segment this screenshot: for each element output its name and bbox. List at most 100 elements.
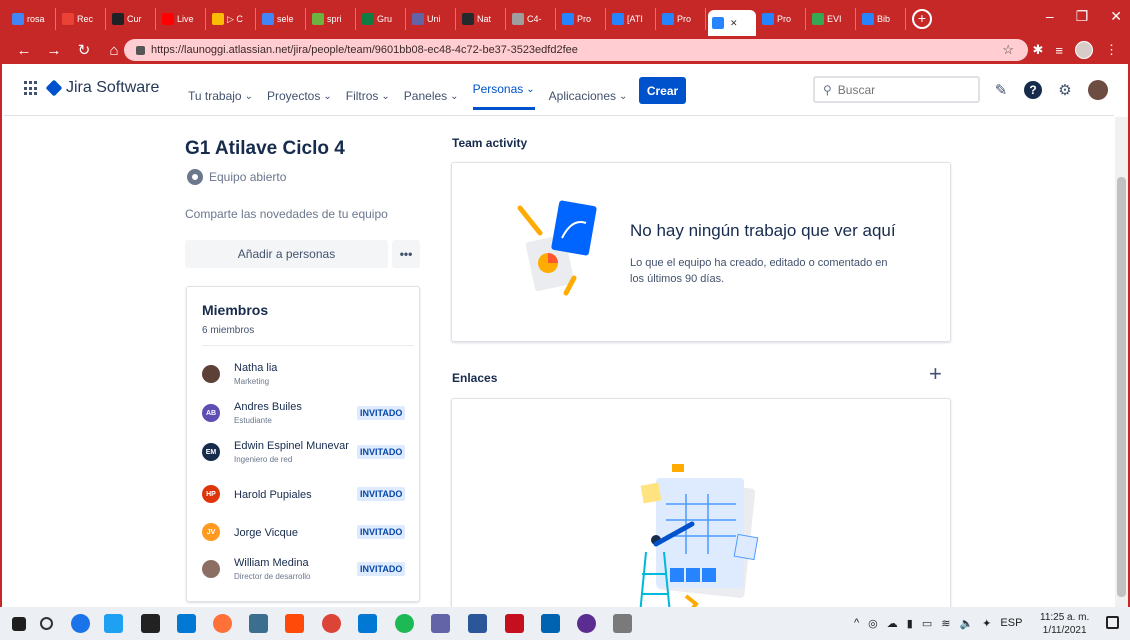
store-bag-icon[interactable] [141, 614, 160, 633]
settings-gear-icon[interactable]: ⚙ [1056, 81, 1074, 99]
member-row[interactable]: EM Edwin Espinel Munevar Ingeniero de red I… [202, 440, 412, 470]
profile-avatar[interactable] [1075, 41, 1093, 59]
window-controls: – ❐ ✕ [1046, 8, 1122, 25]
clock[interactable]: 11:25 a. m. 1/11/2021 [1040, 611, 1089, 637]
browser-tab[interactable]: ✕ [708, 10, 756, 36]
reading-list-icon[interactable]: ≡ [1055, 43, 1063, 58]
browser-tab[interactable]: [ATI [608, 8, 656, 30]
search-field[interactable]: ⚲ [813, 76, 980, 103]
member-row[interactable]: William Medina Director de desarrollo INVI… [202, 557, 412, 587]
meet-icon[interactable]: ✦ [982, 617, 991, 630]
add-people-button[interactable]: Añadir a personas [185, 240, 388, 268]
member-row[interactable]: AB Andres Builes Estudiante INVITADO [202, 401, 412, 431]
mic-icon[interactable]: ▮ [907, 617, 913, 630]
nav-menu-item[interactable]: Filtros ⌄ [346, 82, 390, 110]
photos-icon[interactable] [541, 614, 560, 633]
more-actions-button[interactable]: ••• [392, 240, 420, 268]
app-purple-icon[interactable] [577, 614, 596, 633]
nav-menu-item[interactable]: Paneles ⌄ [404, 82, 459, 110]
notifications-icon[interactable]: ✎ [992, 81, 1010, 99]
chrome-icon[interactable] [322, 614, 341, 633]
new-tab-button[interactable]: + [912, 9, 932, 29]
store-icon[interactable] [104, 614, 123, 633]
jira-diamond-icon [45, 79, 63, 97]
windows-start-icon[interactable] [12, 617, 26, 631]
member-name: William Medina [234, 557, 309, 569]
bookmark-star-icon[interactable]: ☆ [1002, 42, 1014, 58]
app-grey-icon[interactable] [613, 614, 632, 633]
browser-tab[interactable]: spri [308, 8, 356, 30]
spotify-icon[interactable] [395, 614, 414, 633]
add-link-button[interactable]: + [929, 363, 942, 385]
home-icon[interactable]: ⌂ [106, 42, 122, 59]
minimize-icon[interactable]: – [1046, 8, 1054, 25]
tab-close-icon[interactable]: ✕ [730, 18, 738, 29]
teams-icon[interactable] [431, 614, 450, 633]
office-icon[interactable] [285, 614, 304, 633]
nav-menu-item[interactable]: Aplicaciones ⌄ [549, 82, 628, 110]
close-icon[interactable]: ✕ [1110, 8, 1122, 25]
browser-tab[interactable]: Pro [658, 8, 706, 30]
app-switcher-icon[interactable] [24, 81, 39, 96]
create-button[interactable]: Crear [639, 77, 686, 104]
browser-tab[interactable]: Nat [458, 8, 506, 30]
jira-logo[interactable]: Jira Software [45, 79, 159, 97]
browser-tab[interactable]: Bib [858, 8, 906, 30]
browser-tab[interactable]: rosa [8, 8, 56, 30]
wifi-icon[interactable]: ≋ [941, 617, 950, 630]
battery-icon[interactable]: ▭ [922, 617, 932, 630]
tray-up-arrow-icon[interactable]: ^ [854, 617, 859, 630]
member-row[interactable]: Natha lia Marketing [202, 362, 412, 392]
browser-tab[interactable]: C4- [508, 8, 556, 30]
extensions-icon[interactable]: ✱ [1033, 42, 1044, 58]
browser-tab[interactable]: Uni [408, 8, 456, 30]
firefox-icon[interactable] [213, 614, 232, 633]
member-row[interactable]: JV Jorge Vicque INVITADO [202, 520, 412, 550]
outlook-icon[interactable] [358, 614, 377, 633]
browser-tab[interactable]: sele [258, 8, 306, 30]
member-row[interactable]: HP Harold Pupiales INVITADO [202, 482, 412, 512]
cloud-icon[interactable]: ☁ [887, 617, 898, 630]
page-scrollbar[interactable] [1115, 117, 1128, 609]
app-red-icon[interactable] [505, 614, 524, 633]
url-field[interactable]: https://launoggi.atlassian.net/jira/peop… [124, 39, 1028, 61]
nav-menu-item[interactable]: Personas ⌄ [472, 82, 535, 110]
forward-icon[interactable]: → [46, 42, 62, 59]
scrollbar-thumb[interactable] [1117, 177, 1126, 597]
browser-tab[interactable]: Pro [758, 8, 806, 30]
team-description-placeholder[interactable]: Comparte las novedades de tu equipo [185, 207, 388, 221]
tab-favicon-icon [112, 13, 124, 25]
edge-icon[interactable] [71, 614, 90, 633]
tab-favicon-icon [812, 13, 824, 25]
nav-menu-item[interactable]: Tu trabajo ⌄ [188, 82, 253, 110]
browser-menu-icon[interactable]: ⋮ [1105, 42, 1118, 58]
notification-center-icon[interactable] [1106, 616, 1119, 629]
browser-tab[interactable]: EVI [808, 8, 856, 30]
maximize-icon[interactable]: ❐ [1076, 8, 1089, 25]
chevron-down-icon: ⌄ [323, 90, 332, 102]
word-icon[interactable] [468, 614, 487, 633]
divider [202, 345, 414, 346]
browser-tab[interactable]: ▷ C [208, 8, 256, 30]
main-menu: Tu trabajo ⌄ Proyectos ⌄ Filtros ⌄ Paneles ⌄ Per… [188, 82, 627, 110]
back-icon[interactable]: ← [16, 42, 32, 59]
amazon-icon[interactable] [249, 614, 268, 633]
browser-tab[interactable]: Live [158, 8, 206, 30]
tab-favicon-icon [412, 13, 424, 25]
browser-tab[interactable]: Gru [358, 8, 406, 30]
language-indicator[interactable]: ESP [1000, 617, 1022, 630]
mail-icon[interactable] [177, 614, 196, 633]
browser-tab[interactable]: Rec [58, 8, 106, 30]
search-taskbar-icon[interactable] [40, 617, 53, 630]
browser-tab[interactable]: Pro [558, 8, 606, 30]
browser-tab[interactable]: Cur [108, 8, 156, 30]
volume-icon[interactable]: 🔈 [959, 617, 973, 630]
nav-menu-item[interactable]: Proyectos ⌄ [267, 82, 332, 110]
user-avatar[interactable] [1088, 80, 1108, 100]
team-activity-heading: Team activity [452, 136, 528, 150]
reload-icon[interactable]: ↻ [76, 41, 92, 59]
search-input[interactable] [837, 82, 958, 97]
help-icon[interactable]: ? [1024, 81, 1042, 99]
tray-app-icon[interactable]: ◎ [868, 617, 878, 630]
nav-actions: ✎ ? ⚙ [992, 80, 1108, 100]
